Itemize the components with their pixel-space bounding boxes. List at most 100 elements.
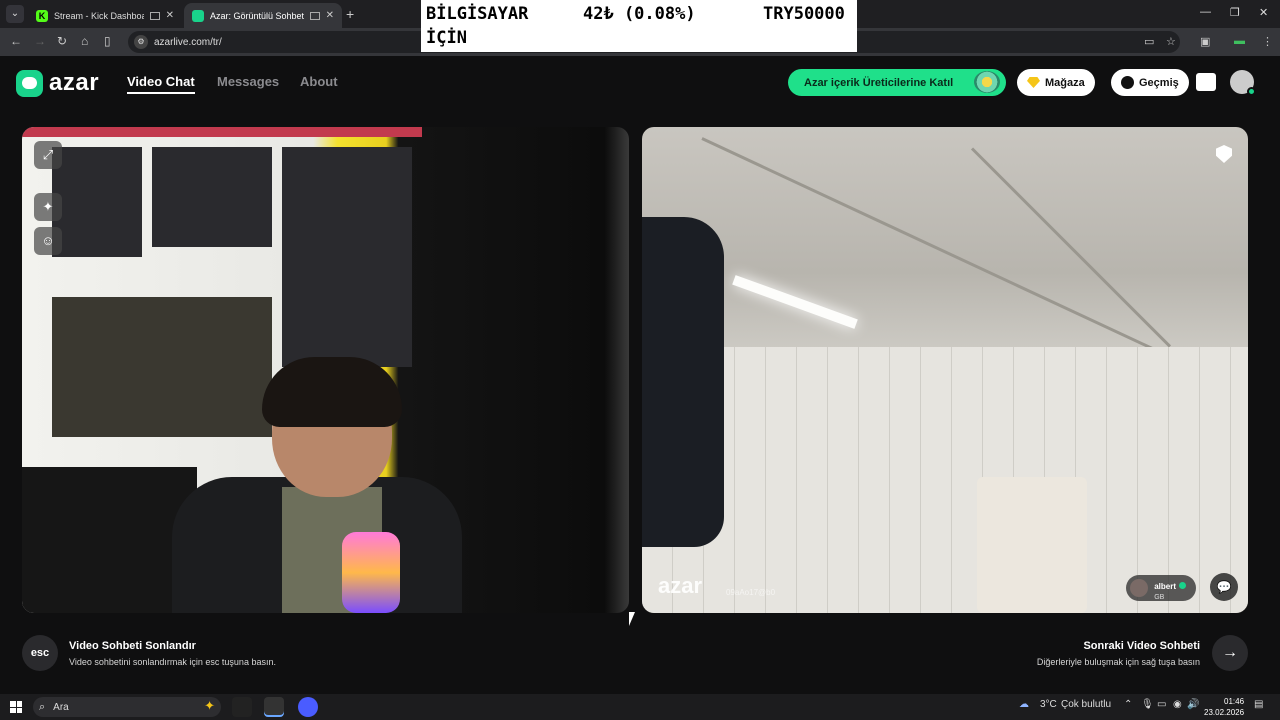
restore-icon[interactable]: ❐ <box>1230 6 1240 19</box>
kick-icon: K <box>36 9 48 22</box>
shelf-top <box>22 127 422 137</box>
notification-icon[interactable]: ▤ <box>1254 699 1263 710</box>
url-text: azarlive.com/tr/ <box>154 36 222 48</box>
reload-icon[interactable]: ↻ <box>57 34 67 48</box>
tab-title: Azar: Görüntülü Sohbet & V <box>210 10 304 21</box>
magic-wand-icon[interactable]: ✦ <box>34 193 62 221</box>
taskbar-search[interactable]: ⌕ Ara ✦ <box>33 697 221 717</box>
profile-flag-icon[interactable]: ▬ <box>1234 35 1245 47</box>
discord-app-icon[interactable] <box>298 697 318 717</box>
creator-badge-icon <box>974 71 1000 93</box>
tiled-wall <box>642 347 1248 613</box>
next-chat-title: Sonraki Video Sohbeti <box>1083 640 1200 652</box>
ceiling-beam <box>970 147 1172 348</box>
chat-bubble-icon[interactable]: 💬 <box>1210 573 1238 601</box>
obs-app-icon[interactable] <box>232 697 252 717</box>
report-shield-icon[interactable] <box>1216 145 1232 163</box>
online-status-dot <box>1247 87 1256 96</box>
join-creators-button[interactable]: Azar içerik Üreticilerine Katıl <box>788 69 1006 96</box>
history-label: Geçmiş <box>1139 76 1179 89</box>
clock-time: 01:46 <box>1224 697 1245 706</box>
logo-text: azar <box>49 69 100 96</box>
tab-kick-dashboard[interactable]: K Stream - Kick Dashboard ✕ <box>28 3 182 28</box>
product-shelf <box>152 147 272 247</box>
join-creators-label: Azar içerik Üreticilerine Katıl <box>804 76 954 89</box>
nav-messages[interactable]: Messages <box>217 74 279 89</box>
remote-video: azar 09aAo17@b0 albert GB 💬 <box>642 127 1248 613</box>
site-info-icon[interactable]: ⚙ <box>134 35 148 49</box>
goal-amount: 42₺ (0.08%) <box>583 4 696 24</box>
expand-icon[interactable]: ⤢ <box>34 141 62 169</box>
tab-search-chevron-icon[interactable]: ⌄ <box>6 5 24 23</box>
peer-name: albert <box>1154 581 1176 591</box>
home-icon[interactable]: ⌂ <box>81 34 88 48</box>
gem-icon <box>1027 77 1040 88</box>
avatar[interactable] <box>1230 70 1256 96</box>
history-button[interactable]: Geçmiş <box>1111 69 1189 96</box>
chrome-app-icon[interactable] <box>264 697 284 717</box>
windows-taskbar: ⌕ Ara ✦ ☁ 3°C Çok bulutlu ⌃ 🎙 ▭ ◉ 🔊 01:4… <box>0 694 1280 720</box>
taskbar-clock[interactable]: 01:46 23.02.2026 <box>1204 696 1244 718</box>
tab-title: Stream - Kick Dashboard <box>54 10 144 21</box>
peer-figure <box>642 217 724 547</box>
search-placeholder: Ara <box>53 701 69 713</box>
split-view-icon[interactable]: ▯ <box>104 34 111 48</box>
inbox-icon[interactable] <box>1196 73 1216 91</box>
azar-icon <box>192 9 204 22</box>
weather-desc: Çok bulutlu <box>1061 699 1112 710</box>
product-shelf <box>52 147 142 257</box>
new-tab-plus-icon[interactable]: + <box>346 6 354 22</box>
extensions-icon[interactable]: ▣ <box>1200 35 1210 48</box>
peer-avatar <box>1130 579 1149 597</box>
cast-icon[interactable]: ▭ <box>1144 35 1154 48</box>
ceiling-beam <box>701 137 1174 360</box>
minimize-icon[interactable]: — <box>1200 6 1211 18</box>
weather-cloud-icon: ☁ <box>1019 699 1029 710</box>
back-arrow-icon[interactable]: ← <box>10 34 22 48</box>
tab-media-icon <box>309 11 320 20</box>
forward-arrow-icon[interactable]: → <box>34 34 46 48</box>
volume-icon[interactable]: 🔊 <box>1187 699 1199 710</box>
ceiling-lamp <box>732 275 858 329</box>
verified-icon <box>1179 581 1186 589</box>
nav-video-chat[interactable]: Video Chat <box>127 74 195 94</box>
end-chat-button[interactable]: esc <box>22 635 58 671</box>
streamer-figure <box>132 357 462 613</box>
microphone-icon[interactable]: 🎙 <box>1141 699 1154 710</box>
browser-menu-icon[interactable]: ⋮ <box>1262 35 1273 48</box>
close-icon[interactable]: ✕ <box>166 10 174 21</box>
network-icon[interactable]: ▭ <box>1157 699 1166 710</box>
clock-date: 23.02.2026 <box>1204 708 1245 717</box>
mouse-cursor-icon <box>629 612 635 626</box>
copilot-sparkle-icon: ✦ <box>204 698 215 713</box>
watermark-id: 09aAo17@b0 <box>726 588 776 597</box>
product-shelf <box>282 147 412 367</box>
clock-icon <box>1121 76 1134 89</box>
window-close-icon[interactable]: ✕ <box>1259 6 1268 19</box>
azar-header: azar Video Chat Messages About Azar içer… <box>0 56 1280 112</box>
weather-temp: 3°C <box>1040 699 1057 710</box>
nav-about[interactable]: About <box>300 74 338 89</box>
azar-logo-icon <box>16 69 43 97</box>
donation-goal-overlay: BİLGİSAYAR İÇİN 42₺ (0.08%) TRY50000 <box>421 0 857 52</box>
goal-label-line1: BİLGİSAYAR <box>426 4 529 24</box>
store-button[interactable]: Mağaza <box>1017 69 1095 96</box>
face-filter-icon[interactable]: ☺ <box>34 227 62 255</box>
next-chat-arrow-button[interactable]: → <box>1212 635 1248 671</box>
tab-media-icon <box>149 11 160 20</box>
next-chat-hint: Diğerleriyle buluşmak için sağ tuşa bası… <box>1036 657 1200 667</box>
close-icon[interactable]: ✕ <box>326 10 334 21</box>
peer-profile-chip[interactable]: albert GB <box>1126 575 1196 601</box>
local-video: ⤢ ✦ ☺ <box>22 127 629 613</box>
azar-logo[interactable]: azar <box>16 69 99 97</box>
kitchen-machine <box>977 477 1087 613</box>
bookmark-star-icon[interactable]: ☆ <box>1166 35 1176 48</box>
windows-start-icon[interactable] <box>10 701 22 713</box>
camera-icon[interactable]: ◉ <box>1173 699 1182 710</box>
end-chat-hint: Video sohbetini sonlandırmak için esc tu… <box>69 657 276 667</box>
tray-chevron-icon[interactable]: ⌃ <box>1124 699 1132 710</box>
goal-target: TRY50000 <box>763 4 845 24</box>
goal-label-line2: İÇİN <box>426 28 467 48</box>
tab-azar[interactable]: Azar: Görüntülü Sohbet & V ✕ <box>184 3 342 28</box>
rgb-microphone <box>342 532 400 613</box>
